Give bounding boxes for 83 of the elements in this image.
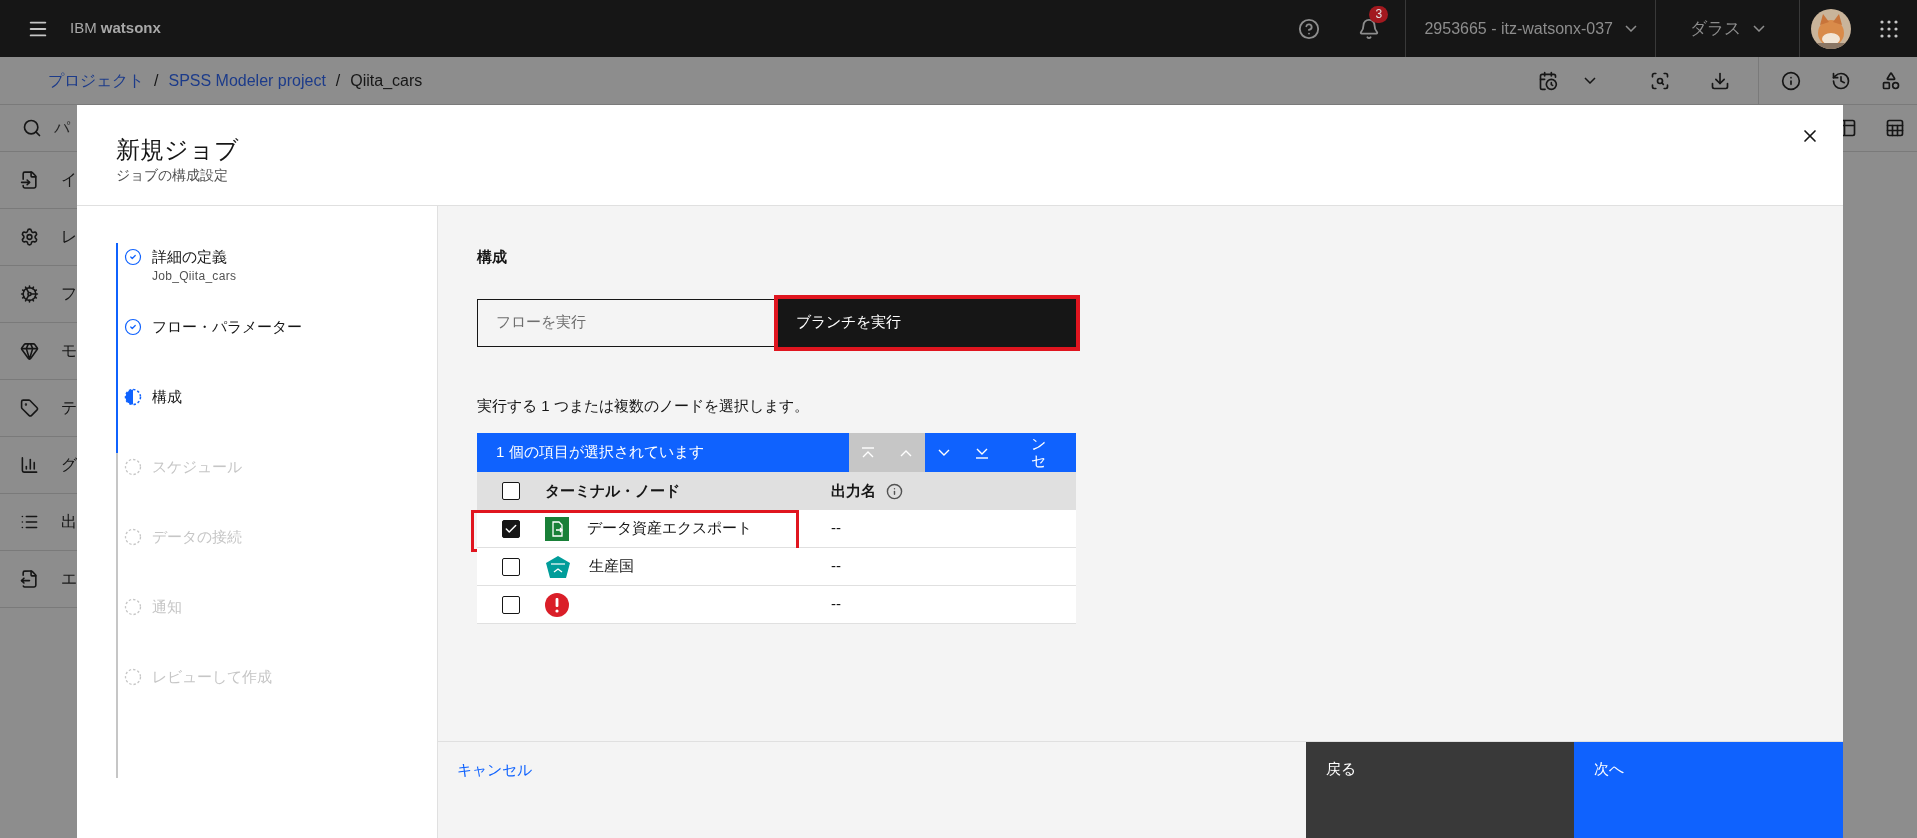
next-button[interactable]: 次へ <box>1574 742 1843 838</box>
chevron-up-to-line-icon <box>860 446 876 459</box>
chevron-down-to-line-icon <box>974 446 990 459</box>
chevron-down-icon <box>1625 25 1637 32</box>
breadcrumb-current: Qiita_cars <box>350 70 423 91</box>
checkmark-circle-icon <box>124 318 142 336</box>
tag-icon[interactable] <box>20 397 39 419</box>
search-field[interactable]: パ <box>54 116 84 140</box>
app-switcher-icon[interactable] <box>1880 19 1898 38</box>
step-label: スケジュール <box>152 457 242 477</box>
dashed-circle-icon <box>124 668 142 686</box>
brand-name[interactable]: IBM watsonx <box>70 17 161 40</box>
dashed-circle-icon <box>124 458 142 476</box>
scan-icon[interactable] <box>1650 70 1670 91</box>
gear-icon[interactable] <box>20 283 39 305</box>
history-icon[interactable] <box>1831 70 1851 91</box>
run-schedule-icon[interactable] <box>1538 70 1558 91</box>
dashed-circle-icon <box>124 528 142 546</box>
dialog-title: 新規ジョブ <box>116 135 239 165</box>
section-title: 構成 <box>477 247 508 267</box>
palette-label[interactable]: モ <box>61 339 77 363</box>
help-icon <box>1298 17 1321 40</box>
palette-label[interactable]: イ <box>61 168 77 192</box>
breadcrumb-link[interactable]: SPSS Modeler project <box>168 68 326 93</box>
cancel-button[interactable]: ンセ <box>1031 433 1046 472</box>
breadcrumb-link[interactable]: プロジェクト <box>48 68 144 93</box>
gear-icon[interactable] <box>20 226 39 248</box>
step-label[interactable]: 構成 <box>152 387 182 407</box>
back-button[interactable]: 戻る <box>1306 742 1574 838</box>
error-icon <box>545 592 569 617</box>
shapes-icon[interactable] <box>1881 70 1901 91</box>
export-node-icon <box>545 516 569 541</box>
table-cell-text: データ資産エクスポート <box>587 518 752 539</box>
chevron-down-icon[interactable] <box>1584 77 1596 84</box>
column-header: ターミナル・ノード <box>545 480 680 501</box>
dashed-circle-icon <box>124 598 142 616</box>
table-cell-text: -- <box>831 594 841 615</box>
cancel-link[interactable]: キャンセル <box>457 759 532 782</box>
table-cell-text: -- <box>831 556 841 577</box>
download-icon[interactable] <box>1710 70 1730 91</box>
pentagon-node-icon <box>545 554 571 579</box>
column-header: 出力名 <box>831 480 876 501</box>
region-switcher[interactable]: ダラス <box>1655 0 1799 57</box>
checkmark-circle-icon <box>124 248 142 266</box>
chevron-down-icon <box>936 447 952 458</box>
notifications-button[interactable]: 3 <box>1345 0 1394 57</box>
step-label[interactable]: フロー・パラメーター <box>152 317 302 337</box>
bell-icon <box>1358 17 1381 40</box>
dialog-subtitle: ジョブの構成設定 <box>116 166 228 185</box>
table-row[interactable]: -- <box>477 586 1076 624</box>
step-label[interactable]: 詳細の定義 <box>152 247 237 267</box>
bar-chart-icon[interactable] <box>20 454 39 476</box>
breadcrumb-separator: / <box>335 70 341 91</box>
file-import-icon[interactable] <box>20 169 39 191</box>
checkbox[interactable] <box>502 595 520 614</box>
info-icon[interactable] <box>1781 70 1801 91</box>
palette-label[interactable]: テ <box>61 396 77 420</box>
checkbox[interactable] <box>502 482 520 500</box>
breadcrumb-separator: / <box>154 70 159 91</box>
table-cell-text: -- <box>831 518 841 539</box>
step-label: 通知 <box>152 597 182 617</box>
half-circle-icon <box>124 388 142 406</box>
account-switcher[interactable]: 2953665 - itz-watsonx-037 <box>1405 0 1655 57</box>
table-cell-text: 生産国 <box>589 556 634 577</box>
search-icon <box>22 118 42 138</box>
palette-label[interactable]: グ <box>61 453 77 477</box>
checkbox[interactable] <box>502 557 520 576</box>
sheet-icon[interactable] <box>1885 118 1905 138</box>
step-detail: Job_Qiita_cars <box>152 268 237 285</box>
file-export-icon[interactable] <box>20 568 39 590</box>
selection-count: 1 個の項目が選択されています <box>495 442 705 463</box>
chevron-down-icon <box>1753 25 1765 32</box>
palette-label[interactable]: エ <box>61 567 77 591</box>
palette-label[interactable]: フ <box>61 282 77 306</box>
gem-icon[interactable] <box>20 340 39 362</box>
notification-count: 3 <box>1369 6 1389 23</box>
checkbox[interactable] <box>502 519 520 538</box>
info-icon[interactable] <box>886 482 903 500</box>
step-label: データの接続 <box>152 527 242 547</box>
palette-label[interactable]: レ <box>61 225 77 249</box>
table-row[interactable]: 生産国 -- <box>477 548 1076 586</box>
palette-label[interactable]: 出 <box>61 510 77 534</box>
instruction-text: 実行する 1 つまたは複数のノードを選択します。 <box>477 395 810 416</box>
